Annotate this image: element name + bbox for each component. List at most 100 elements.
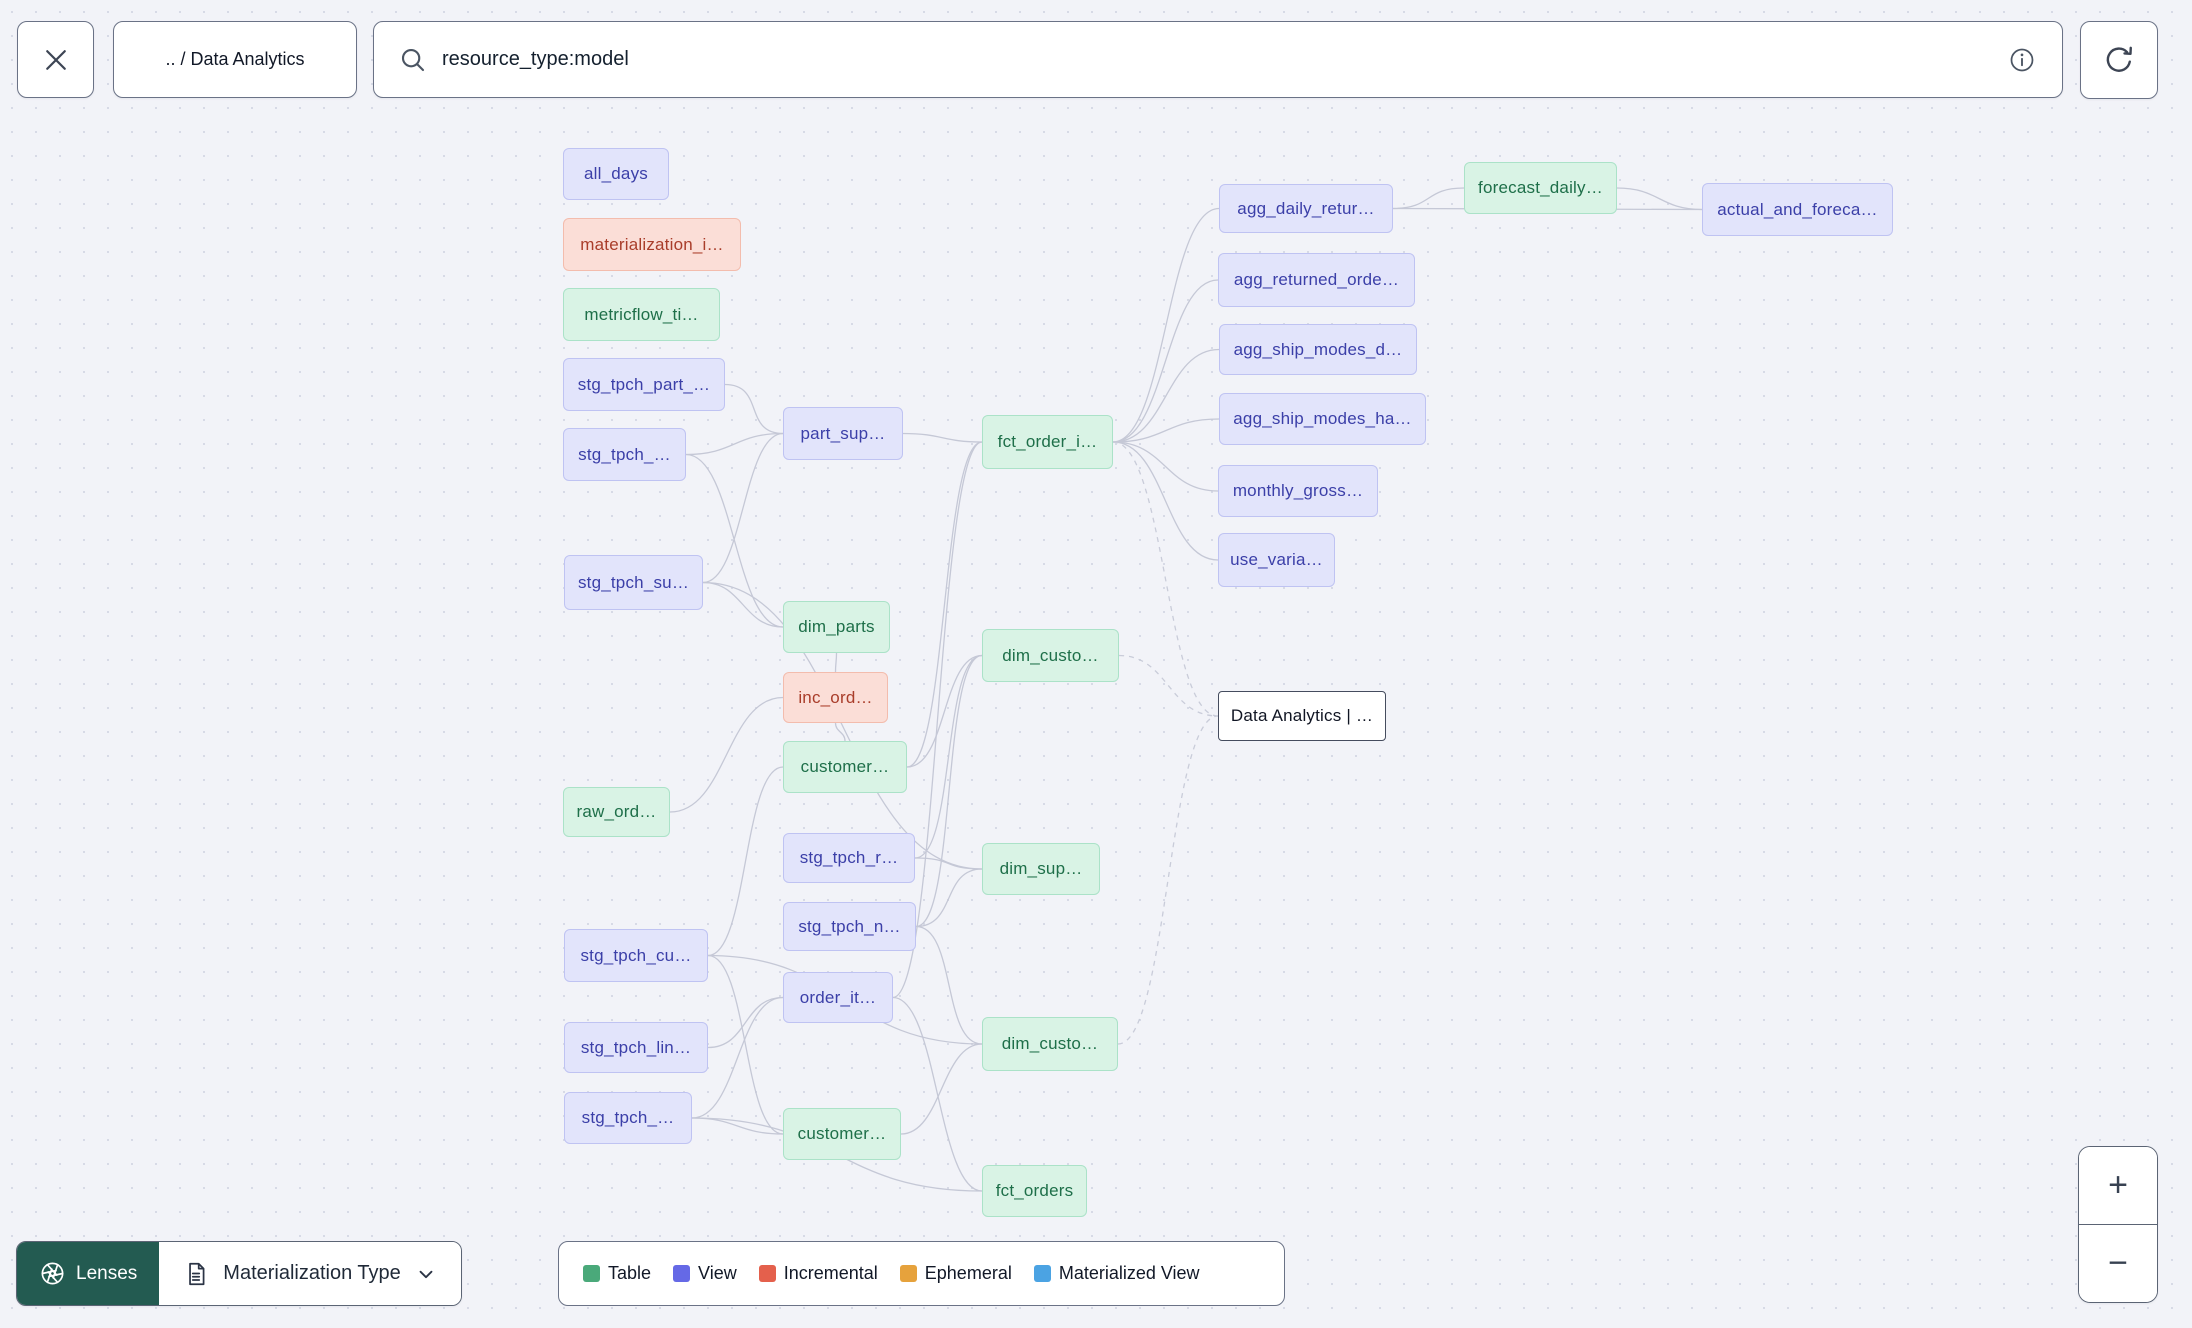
lens-dropdown-value: Materialization Type [223,1262,401,1284]
search-bar[interactable] [373,21,2063,98]
legend-item: Ephemeral [899,1263,1012,1284]
legend-label: Incremental [783,1263,878,1283]
zoom-controls: + − [2078,1146,2158,1303]
legend-swatch [758,1265,776,1282]
graph-node-stg_tpch_r[interactable]: stg_tpch_r… [783,833,915,883]
graph-node-raw_ord[interactable]: raw_ord… [563,787,670,837]
aperture-icon [39,1260,66,1287]
legend-label: Ephemeral [924,1263,1012,1283]
search-input[interactable] [442,48,2008,71]
lineage-edge [702,432,784,584]
legend-label: Table [608,1263,652,1283]
graph-node-part_sup[interactable]: part_sup… [783,407,903,460]
graph-node-fct_order_i[interactable]: fct_order_i… [982,415,1113,469]
graph-node-monthly_gross[interactable]: monthly_gross… [1218,465,1378,517]
legend-item: Materialized View [1033,1263,1200,1284]
legend-item: View [673,1263,737,1284]
lineage-edge [685,432,784,456]
lineage-edge [834,652,838,673]
lineage-edge-dashed [1117,715,1219,1045]
graph-node-dim_parts[interactable]: dim_parts [783,601,890,653]
legend-label: View [698,1263,737,1283]
lineage-edge [1112,441,1219,561]
graph-node-use_varia[interactable]: use_varia… [1218,533,1335,587]
lineage-edge [1112,279,1219,443]
lineage-edge [1112,207,1220,443]
graph-node-metricflow_ti[interactable]: metricflow_ti… [563,288,720,341]
refresh-button[interactable] [2080,21,2158,99]
materialization-legend: Table View Incremental Ephemeral Materialize… [558,1241,1285,1306]
graph-node-all_days[interactable]: all_days [563,148,669,200]
close-icon [41,45,71,75]
refresh-icon [2102,43,2136,77]
breadcrumb[interactable]: .. / Data Analytics [113,21,357,98]
graph-node-agg_ship_modes_ha[interactable]: agg_ship_modes_ha… [1219,393,1426,445]
lenses-button[interactable]: Lenses [17,1242,160,1305]
lineage-edge [892,996,983,1192]
lineage-edge [902,432,983,443]
graph-node-dim_custo_a[interactable]: dim_custo… [982,629,1119,682]
graph-node-stg_tpch_n[interactable]: stg_tpch_n… [783,902,916,951]
graph-node-forecast_daily[interactable]: forecast_daily… [1464,162,1617,214]
graph-node-data_analytics[interactable]: Data Analytics | … [1218,691,1386,741]
graph-node-stg_tpch_cu[interactable]: stg_tpch_cu… [564,929,708,982]
lineage-edge [915,925,983,1045]
zoom-out-button[interactable]: − [2079,1225,2157,1302]
graph-node-agg_ship_modes_d[interactable]: agg_ship_modes_d… [1219,324,1417,375]
legend-swatch [583,1265,600,1282]
lineage-edge [906,654,983,768]
lineage-edge [1392,187,1465,210]
graph-node-stg_tpch_lin[interactable]: stg_tpch_lin… [564,1022,708,1073]
lineage-edge [707,766,784,957]
lineage-edge [702,581,784,628]
lenses-label: Lenses [76,1262,138,1284]
graph-node-inc_ord[interactable]: inc_ord… [783,672,888,723]
lens-control: Lenses Materialization Type [16,1241,462,1306]
lineage-edge [669,696,784,813]
graph-node-stg_tpch_su[interactable]: stg_tpch_su… [564,555,703,610]
lineage-edge [914,654,983,859]
graph-node-agg_daily_retur[interactable]: agg_daily_retur… [1219,184,1393,233]
lineage-edge [834,722,846,742]
lineage-edge [914,857,983,870]
lineage-edge [707,954,784,1135]
lineage-edge [906,441,983,768]
legend-item: Table [583,1263,651,1284]
info-icon[interactable] [2008,46,2036,74]
lineage-edge [915,654,983,928]
graph-node-stg_tpch_b[interactable]: stg_tpch_… [564,1092,692,1144]
lineage-edge [1616,187,1703,211]
document-icon [183,1261,209,1287]
lens-dropdown[interactable]: Materialization Type [159,1242,461,1305]
graph-node-dim_sup[interactable]: dim_sup… [982,843,1100,895]
lineage-edge-dashed [1118,654,1219,717]
lineage-edge [1112,348,1220,443]
lineage-edge [691,1117,784,1135]
breadcrumb-label: .. / Data Analytics [165,49,305,69]
lineage-edge [1112,418,1220,443]
legend-swatch [899,1265,917,1282]
graph-node-materialization_i[interactable]: materialization_i… [563,218,741,271]
lineage-edge [915,868,983,928]
graph-node-actual_and_foreca[interactable]: actual_and_foreca… [1702,183,1893,236]
lineage-edge-dashed [1112,441,1219,717]
lineage-edge [900,1043,983,1135]
graph-node-stg_tpch_part[interactable]: stg_tpch_part_… [563,358,725,411]
graph-node-customer_b[interactable]: customer… [783,1108,901,1160]
chevron-down-icon [415,1263,437,1285]
lineage-edge [707,996,784,1049]
search-icon [398,45,428,75]
graph-node-customer_a[interactable]: customer… [783,741,907,793]
graph-node-fct_orders[interactable]: fct_orders [982,1165,1087,1217]
graph-node-stg_tpch_a[interactable]: stg_tpch_… [563,428,686,481]
graph-node-agg_returned_orde[interactable]: agg_returned_orde… [1218,253,1415,307]
close-button[interactable] [17,21,94,98]
legend-swatch [673,1265,691,1282]
legend-label: Materialized View [1058,1263,1200,1283]
graph-node-dim_custo_b[interactable]: dim_custo… [982,1017,1118,1071]
lineage-edge [724,383,784,435]
legend-swatch [1033,1265,1051,1282]
legend-item: Incremental [758,1263,878,1284]
graph-node-order_it[interactable]: order_it… [783,972,893,1023]
zoom-in-button[interactable]: + [2079,1147,2157,1225]
